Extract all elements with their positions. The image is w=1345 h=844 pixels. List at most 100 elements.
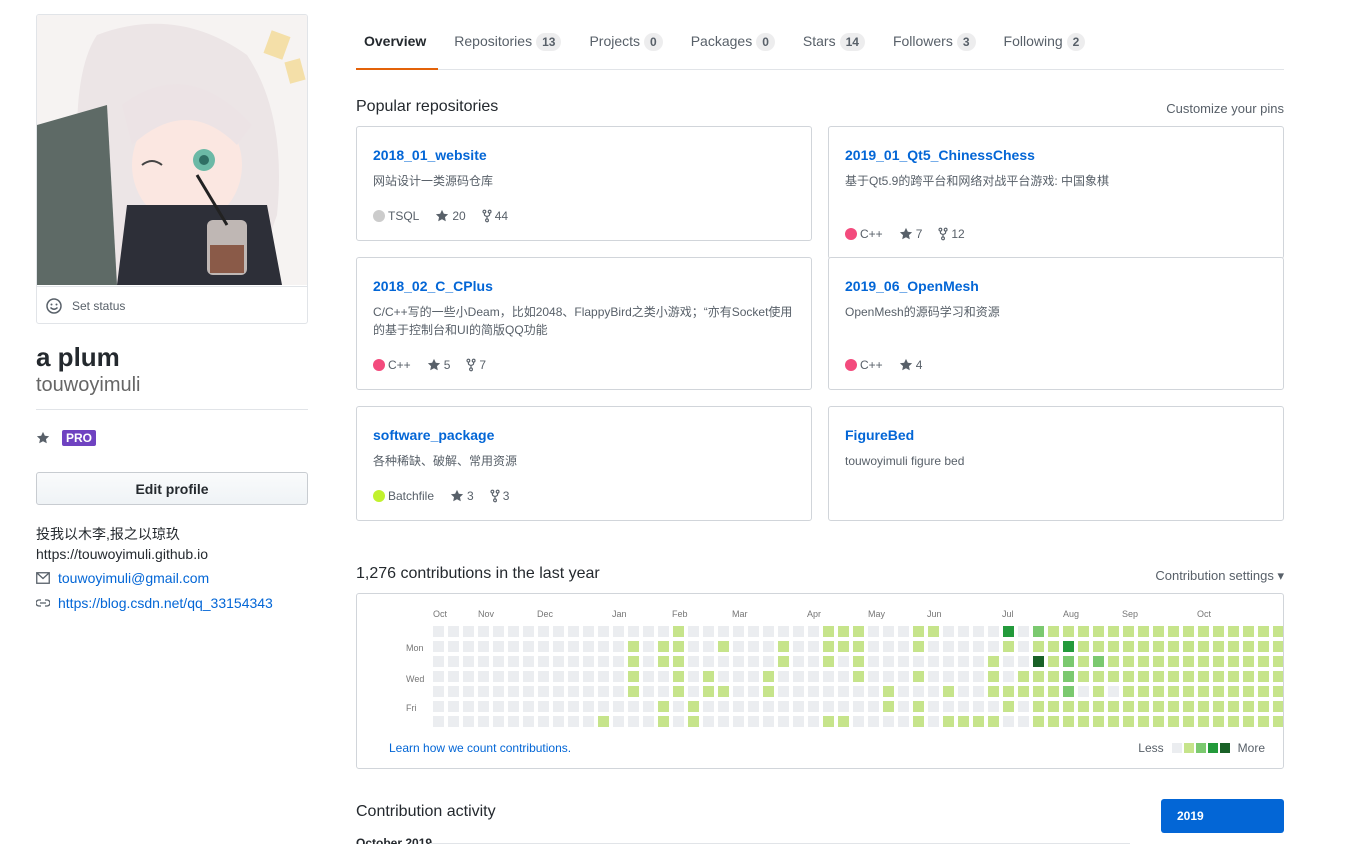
- contribution-day[interactable]: [1078, 671, 1089, 682]
- contribution-day[interactable]: [1108, 716, 1119, 727]
- contribution-day[interactable]: [1063, 701, 1074, 712]
- repo-name-link[interactable]: 2018_01_website: [373, 145, 795, 165]
- contribution-day[interactable]: [553, 626, 564, 637]
- contribution-day[interactable]: [568, 671, 579, 682]
- contribution-day[interactable]: [433, 686, 444, 697]
- contribution-day[interactable]: [808, 626, 819, 637]
- contribution-day[interactable]: [583, 671, 594, 682]
- contribution-day[interactable]: [1198, 641, 1209, 652]
- contribution-day[interactable]: [778, 671, 789, 682]
- contribution-day[interactable]: [568, 686, 579, 697]
- contribution-day[interactable]: [943, 671, 954, 682]
- contribution-day[interactable]: [613, 656, 624, 667]
- contribution-day[interactable]: [838, 686, 849, 697]
- contribution-day[interactable]: [673, 701, 684, 712]
- contribution-day[interactable]: [1258, 686, 1269, 697]
- contribution-day[interactable]: [508, 671, 519, 682]
- contribution-day[interactable]: [478, 626, 489, 637]
- contribution-day[interactable]: [1243, 716, 1254, 727]
- contribution-day[interactable]: [568, 626, 579, 637]
- contribution-day[interactable]: [478, 671, 489, 682]
- contribution-day[interactable]: [868, 716, 879, 727]
- contribution-day[interactable]: [673, 686, 684, 697]
- contribution-day[interactable]: [1123, 701, 1134, 712]
- contribution-day[interactable]: [1258, 671, 1269, 682]
- contribution-day[interactable]: [493, 641, 504, 652]
- contribution-day[interactable]: [1108, 701, 1119, 712]
- contribution-day[interactable]: [463, 716, 474, 727]
- contribution-day[interactable]: [853, 716, 864, 727]
- contribution-day[interactable]: [973, 671, 984, 682]
- contribution-day[interactable]: [1153, 671, 1164, 682]
- contribution-day[interactable]: [973, 656, 984, 667]
- contribution-day[interactable]: [958, 641, 969, 652]
- contribution-day[interactable]: [1198, 701, 1209, 712]
- contribution-day[interactable]: [1123, 656, 1134, 667]
- contribution-day[interactable]: [808, 686, 819, 697]
- contribution-day[interactable]: [898, 626, 909, 637]
- contribution-day[interactable]: [463, 701, 474, 712]
- contribution-day[interactable]: [688, 671, 699, 682]
- contribution-day[interactable]: [1003, 686, 1014, 697]
- contribution-day[interactable]: [493, 686, 504, 697]
- contribution-day[interactable]: [1243, 701, 1254, 712]
- contribution-day[interactable]: [838, 626, 849, 637]
- contribution-day[interactable]: [1213, 656, 1224, 667]
- contribution-day[interactable]: [808, 656, 819, 667]
- contribution-day[interactable]: [1168, 701, 1179, 712]
- contribution-day[interactable]: [1003, 671, 1014, 682]
- contribution-day[interactable]: [838, 671, 849, 682]
- contribution-day[interactable]: [448, 626, 459, 637]
- contribution-day[interactable]: [808, 671, 819, 682]
- contribution-day[interactable]: [463, 686, 474, 697]
- contribution-day[interactable]: [718, 626, 729, 637]
- contribution-day[interactable]: [988, 701, 999, 712]
- contribution-day[interactable]: [1048, 701, 1059, 712]
- contribution-day[interactable]: [853, 656, 864, 667]
- contribution-day[interactable]: [703, 686, 714, 697]
- contribution-day[interactable]: [793, 671, 804, 682]
- contribution-day[interactable]: [1183, 686, 1194, 697]
- contribution-day[interactable]: [718, 716, 729, 727]
- customize-pins-link[interactable]: Customize your pins: [1166, 101, 1284, 116]
- contribution-day[interactable]: [1033, 641, 1044, 652]
- contribution-day[interactable]: [508, 656, 519, 667]
- contribution-day[interactable]: [898, 686, 909, 697]
- contribution-day[interactable]: [643, 656, 654, 667]
- contribution-day[interactable]: [853, 671, 864, 682]
- learn-contributions-link[interactable]: Learn how we count contributions.: [389, 741, 571, 755]
- contribution-day[interactable]: [1198, 686, 1209, 697]
- contribution-day[interactable]: [1033, 656, 1044, 667]
- contribution-day[interactable]: [943, 701, 954, 712]
- contribution-day[interactable]: [613, 716, 624, 727]
- contribution-day[interactable]: [1048, 671, 1059, 682]
- contribution-day[interactable]: [1273, 626, 1283, 637]
- contribution-day[interactable]: [1123, 626, 1134, 637]
- contribution-day[interactable]: [778, 686, 789, 697]
- contribution-day[interactable]: [508, 626, 519, 637]
- repo-forks-link[interactable]: 7: [466, 358, 486, 372]
- contribution-day[interactable]: [508, 701, 519, 712]
- contribution-day[interactable]: [658, 656, 669, 667]
- contribution-day[interactable]: [1168, 656, 1179, 667]
- contribution-day[interactable]: [658, 686, 669, 697]
- contribution-day[interactable]: [538, 686, 549, 697]
- contribution-day[interactable]: [958, 671, 969, 682]
- contribution-day[interactable]: [613, 671, 624, 682]
- contribution-day[interactable]: [688, 626, 699, 637]
- contribution-day[interactable]: [1018, 686, 1029, 697]
- contribution-day[interactable]: [703, 701, 714, 712]
- contribution-day[interactable]: [718, 656, 729, 667]
- contribution-day[interactable]: [1018, 671, 1029, 682]
- contribution-day[interactable]: [1153, 656, 1164, 667]
- contribution-day[interactable]: [598, 716, 609, 727]
- repo-stars-link[interactable]: 7: [899, 227, 922, 241]
- contribution-day[interactable]: [883, 686, 894, 697]
- contribution-day[interactable]: [523, 686, 534, 697]
- repo-forks-link[interactable]: 44: [482, 209, 508, 223]
- contribution-day[interactable]: [943, 656, 954, 667]
- contribution-day[interactable]: [433, 626, 444, 637]
- contribution-day[interactable]: [628, 641, 639, 652]
- contribution-day[interactable]: [493, 701, 504, 712]
- contribution-day[interactable]: [943, 716, 954, 727]
